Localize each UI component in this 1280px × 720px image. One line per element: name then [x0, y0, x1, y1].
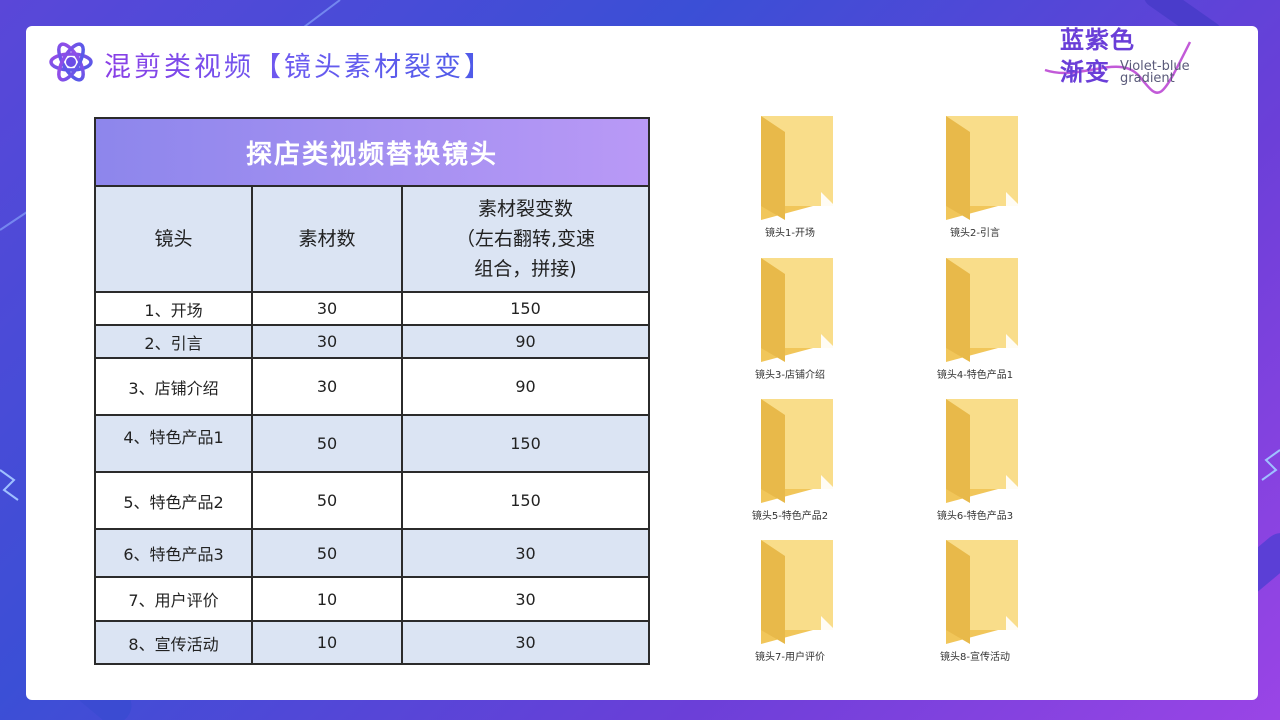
shot-table: 探店类视频替换镜头 镜头 素材数 素材裂变数 （左右翻转,变速 组合，拼接) 1… [94, 117, 650, 665]
cell-count: 30 [251, 357, 403, 416]
header-fission: 素材裂变数 （左右翻转,变速 组合，拼接) [401, 185, 650, 293]
cell-count: 30 [251, 324, 403, 359]
folder-icon [725, 252, 855, 362]
folder-item[interactable]: 镜头6-特色产品3 [910, 393, 1040, 523]
folder-label: 镜头1-开场 [765, 228, 815, 239]
folder-grid: 镜头1-开场 镜头2-引言 镜头3-店铺介绍 镜头4-特色产品1 镜头5-特色产… [725, 110, 1045, 670]
table-row: 7、用户评价 10 30 [94, 576, 650, 622]
cell-shot: 1、开场 [94, 291, 253, 326]
folder-label: 镜头4-特色产品1 [936, 370, 1014, 381]
cell-fission: 30 [401, 528, 650, 578]
cell-fission: 30 [401, 576, 650, 622]
table-row: 8、宣传活动 10 30 [94, 620, 650, 665]
page-title: 混剪类视频【镜头素材裂变】 [104, 45, 494, 84]
table-row: 3、店铺介绍 30 90 [94, 357, 650, 416]
folder-label: 镜头6-特色产品3 [936, 511, 1014, 522]
cell-fission: 90 [401, 324, 650, 359]
cell-shot: 2、引言 [94, 324, 253, 359]
folder-icon [725, 393, 855, 503]
table-header-row: 镜头 素材数 素材裂变数 （左右翻转,变速 组合，拼接) [94, 185, 650, 293]
cell-fission: 150 [401, 291, 650, 326]
folder-icon [910, 534, 1040, 644]
header-fission-line3: 组合，拼接) [474, 258, 577, 280]
cell-shot: 8、宣传活动 [94, 620, 253, 665]
brand-cn-line2: 渐变 [1060, 58, 1110, 86]
brand-cn-line1: 蓝紫色 [1060, 26, 1135, 54]
folder-label: 镜头5-特色产品2 [751, 511, 829, 522]
atom-logo-icon [48, 39, 94, 89]
folder-label: 镜头2-引言 [950, 228, 1000, 239]
cell-shot: 3、店铺介绍 [94, 357, 253, 416]
folder-label: 镜头7-用户评价 [755, 652, 825, 663]
cell-shot: 6、特色产品3 [94, 528, 253, 578]
cell-count: 10 [251, 576, 403, 622]
table-row: 2、引言 30 90 [94, 324, 650, 359]
table-row: 6、特色产品3 50 30 [94, 528, 650, 578]
table-row: 5、特色产品2 50 150 [94, 471, 650, 530]
folder-label: 镜头8-宣传活动 [940, 652, 1010, 663]
cell-count: 50 [251, 471, 403, 530]
cell-fission: 90 [401, 357, 650, 416]
folder-item[interactable]: 镜头7-用户评价 [725, 534, 855, 664]
table-row: 1、开场 30 150 [94, 291, 650, 326]
folder-icon [910, 393, 1040, 503]
cell-shot: 5、特色产品2 [94, 471, 253, 530]
cell-shot: 7、用户评价 [94, 576, 253, 622]
table-row: 4、特色产品1 50 150 [94, 414, 650, 473]
header-shot: 镜头 [94, 185, 253, 293]
folder-label: 镜头3-店铺介绍 [755, 370, 825, 381]
cell-count: 50 [251, 414, 403, 473]
folder-item[interactable]: 镜头1-开场 [725, 110, 855, 240]
folder-item[interactable]: 镜头3-店铺介绍 [725, 252, 855, 382]
cell-count: 50 [251, 528, 403, 578]
table-caption: 探店类视频替换镜头 [94, 117, 650, 187]
folder-icon [910, 252, 1040, 362]
cell-fission: 150 [401, 471, 650, 530]
header-fission-line1: 素材裂变数 [477, 198, 573, 220]
header-count: 素材数 [251, 185, 403, 293]
folder-item[interactable]: 镜头4-特色产品1 [910, 252, 1040, 382]
folder-icon [725, 534, 855, 644]
header-fission-line2: （左右翻转,变速 [455, 228, 596, 250]
cell-fission: 150 [401, 414, 650, 473]
folder-icon [725, 110, 855, 220]
cell-count: 10 [251, 620, 403, 665]
folder-item[interactable]: 镜头5-特色产品2 [725, 393, 855, 523]
cell-shot: 4、特色产品1 [94, 414, 253, 473]
cell-count: 30 [251, 291, 403, 326]
cell-fission: 30 [401, 620, 650, 665]
brand-mark: 蓝紫色 渐变 Violet-blue gradient [1040, 22, 1250, 102]
folder-item[interactable]: 镜头8-宣传活动 [910, 534, 1040, 664]
folder-icon [910, 110, 1040, 220]
folder-item[interactable]: 镜头2-引言 [910, 110, 1040, 240]
brand-en-line2: gradient [1120, 71, 1175, 86]
page-header: 混剪类视频【镜头素材裂变】 [48, 38, 494, 90]
